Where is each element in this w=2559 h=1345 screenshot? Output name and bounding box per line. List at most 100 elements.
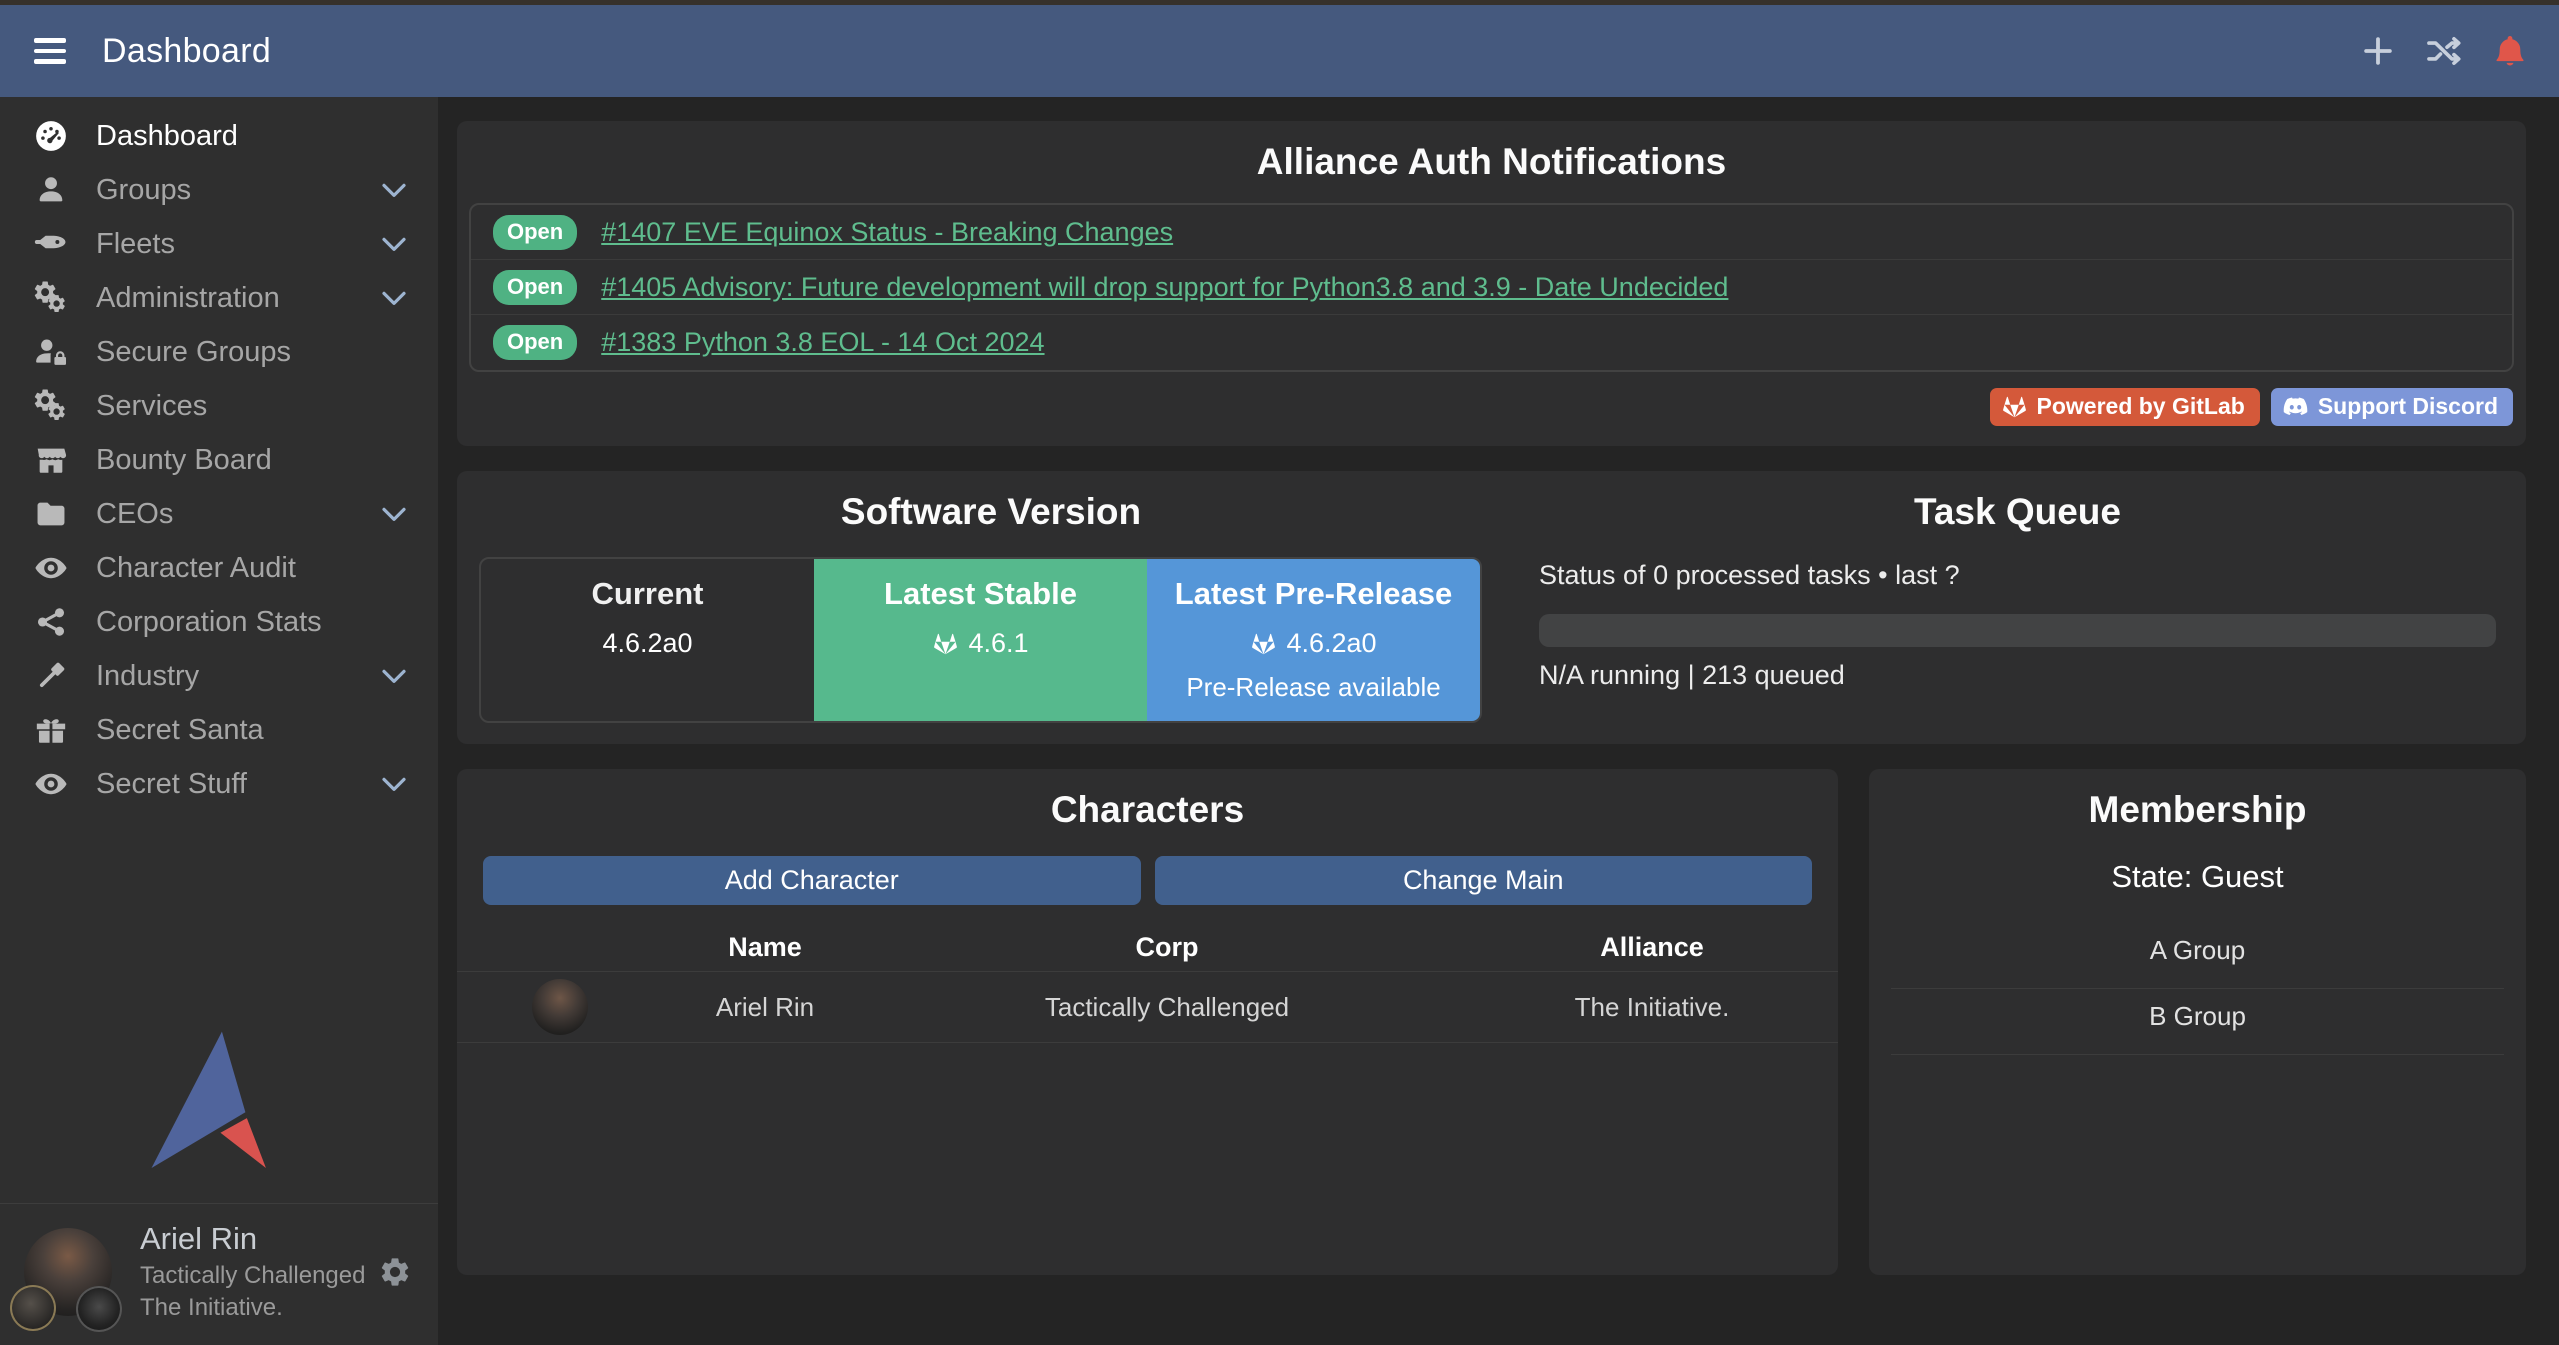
eye-icon [30, 550, 72, 586]
sidebar-item-administration[interactable]: Administration [0, 271, 438, 325]
notification-link[interactable]: #1405 Advisory: Future development will … [601, 272, 1728, 303]
cell-name: Ariel Rin [662, 992, 868, 1023]
gitlab-icon [932, 630, 959, 657]
task-queue-section: Task Queue Status of 0 processed tasks •… [1503, 471, 2526, 744]
sidebar-item-industry[interactable]: Industry [0, 649, 438, 703]
sidebar-item-ceos[interactable]: CEOs [0, 487, 438, 541]
characters-table-body: Ariel RinTactically ChallengedThe Initia… [457, 971, 1838, 1043]
hammer-icon [30, 658, 72, 694]
sidebar-item-label: Dashboard [96, 120, 238, 153]
sidebar-item-label: Administration [96, 282, 280, 315]
user-settings-gear-icon[interactable] [378, 1255, 412, 1289]
gears-icon [30, 388, 72, 424]
chevron-down-icon [378, 228, 410, 260]
sidebar-item-label: Secret Santa [96, 714, 264, 747]
gifts-icon [30, 712, 72, 748]
discord-badge-label: Support Discord [2318, 393, 2498, 420]
change-main-button[interactable]: Change Main [1155, 856, 1813, 905]
membership-groups: A GroupB Group [1891, 923, 2504, 1055]
status-badge: Open [493, 215, 577, 250]
sidebar-menu: Dashboard Groups Fleets Administration Secur… [0, 97, 438, 811]
gitlab-badge[interactable]: Powered by GitLab [1990, 388, 2260, 426]
sidebar-item-secret-stuff[interactable]: Secret Stuff [0, 757, 438, 811]
membership-title: Membership [1869, 769, 2526, 831]
user-name: Ariel Rin [140, 1219, 365, 1260]
plus-icon[interactable] [2359, 32, 2397, 70]
page-title: Dashboard [102, 32, 271, 71]
characters-panel: Characters Add Character Change Main Nam… [457, 769, 1838, 1275]
user-lock-icon [30, 334, 72, 370]
user-panel: Ariel Rin Tactically Challenged The Init… [0, 1203, 438, 1345]
sidebar: Dashboard Groups Fleets Administration Secur… [0, 97, 438, 1345]
gears-icon [30, 280, 72, 316]
notifications-bell-icon[interactable] [2491, 32, 2529, 70]
discord-icon [2282, 393, 2309, 420]
notifications-panel: Alliance Auth Notifications Open#1407 EV… [457, 121, 2526, 446]
col-header-alliance: Alliance [1466, 932, 1838, 963]
sidebar-item-label: Secure Groups [96, 336, 291, 369]
app-root: Dashboard Dashboard Groups Fleets Administr… [0, 0, 2559, 1345]
user-text: Ariel Rin Tactically Challenged The Init… [140, 1219, 365, 1323]
cell-alliance: The Initiative. [1466, 992, 1838, 1023]
task-queue-counts: N/A running | 213 queued [1539, 660, 2496, 691]
sidebar-item-label: Services [96, 390, 207, 423]
characters-title: Characters [457, 769, 1838, 831]
top-navbar: Dashboard [0, 5, 2559, 97]
membership-group-row: B Group [1891, 989, 2504, 1055]
share-icon [30, 604, 72, 640]
notification-row: Open #1407 EVE Equinox Status - Breaking … [471, 205, 2512, 260]
user-icon [30, 172, 72, 208]
shuttle-icon [30, 226, 72, 262]
version-card-latest-stable: Latest Stable4.6.1 [814, 559, 1147, 721]
discord-badge[interactable]: Support Discord [2271, 388, 2513, 426]
shuffle-icon[interactable] [2425, 32, 2463, 70]
characters-table-header: Name Corp Alliance [457, 923, 1838, 971]
footer-badges: Powered by GitLab Support Discord [1990, 388, 2514, 426]
main-content: Alliance Auth Notifications Open#1407 EV… [438, 97, 2559, 1345]
sidebar-item-secret-santa[interactable]: Secret Santa [0, 703, 438, 757]
notification-link[interactable]: #1407 EVE Equinox Status - Breaking Chan… [601, 217, 1173, 248]
body-row: Dashboard Groups Fleets Administration Secur… [0, 97, 2559, 1345]
sidebar-item-secure-groups[interactable]: Secure Groups [0, 325, 438, 379]
membership-group-row: A Group [1891, 923, 2504, 989]
chevron-down-icon [378, 174, 410, 206]
store-icon [30, 442, 72, 478]
status-badge: Open [493, 325, 577, 360]
sidebar-toggle-button[interactable] [30, 32, 70, 70]
gauge-icon [30, 118, 72, 154]
bottom-row: Characters Add Character Change Main Nam… [457, 769, 2526, 1275]
task-queue-progress-bar [1539, 614, 2496, 647]
navbar-actions [2359, 32, 2529, 70]
sidebar-item-services[interactable]: Services [0, 379, 438, 433]
sidebar-item-label: Industry [96, 660, 199, 693]
sidebar-item-dashboard[interactable]: Dashboard [0, 109, 438, 163]
user-corp: Tactically Challenged [140, 1260, 365, 1292]
folder-icon [30, 496, 72, 532]
version-card-label: Latest Pre-Release [1147, 576, 1480, 612]
notification-row: Open #1405 Advisory: Future development w… [471, 260, 2512, 315]
characters-table: Name Corp Alliance Ariel RinTactically C… [457, 923, 1838, 1043]
version-card-latest-pre-release: Latest Pre-Release4.6.2a0Pre-Release ava… [1147, 559, 1480, 721]
sidebar-item-corporation-stats[interactable]: Corporation Stats [0, 595, 438, 649]
add-character-button[interactable]: Add Character [483, 856, 1141, 905]
sidebar-item-label: Corporation Stats [96, 606, 322, 639]
cell-corp: Tactically Challenged [868, 992, 1466, 1023]
sidebar-item-label: Groups [96, 174, 191, 207]
sidebar-item-character-audit[interactable]: Character Audit [0, 541, 438, 595]
character-avatar [457, 979, 662, 1035]
sidebar-item-label: Bounty Board [96, 444, 272, 477]
table-row: Ariel RinTactically ChallengedThe Initia… [457, 971, 1838, 1043]
chevron-down-icon [378, 498, 410, 530]
corp-logo [10, 1285, 56, 1331]
version-card-current: Current4.6.2a0 [481, 559, 814, 721]
notification-link[interactable]: #1383 Python 3.8 EOL - 14 Oct 2024 [601, 327, 1044, 358]
version-card-note: Pre-Release available [1147, 672, 1480, 703]
notification-row: Open #1383 Python 3.8 EOL - 14 Oct 2024 [471, 315, 2512, 370]
status-badge: Open [493, 270, 577, 305]
sidebar-item-groups[interactable]: Groups [0, 163, 438, 217]
sidebar-item-bounty-board[interactable]: Bounty Board [0, 433, 438, 487]
sidebar-item-fleets[interactable]: Fleets [0, 217, 438, 271]
version-card-label: Current [481, 576, 814, 612]
membership-state: State: Guest [1869, 859, 2526, 895]
chevron-down-icon [378, 282, 410, 314]
